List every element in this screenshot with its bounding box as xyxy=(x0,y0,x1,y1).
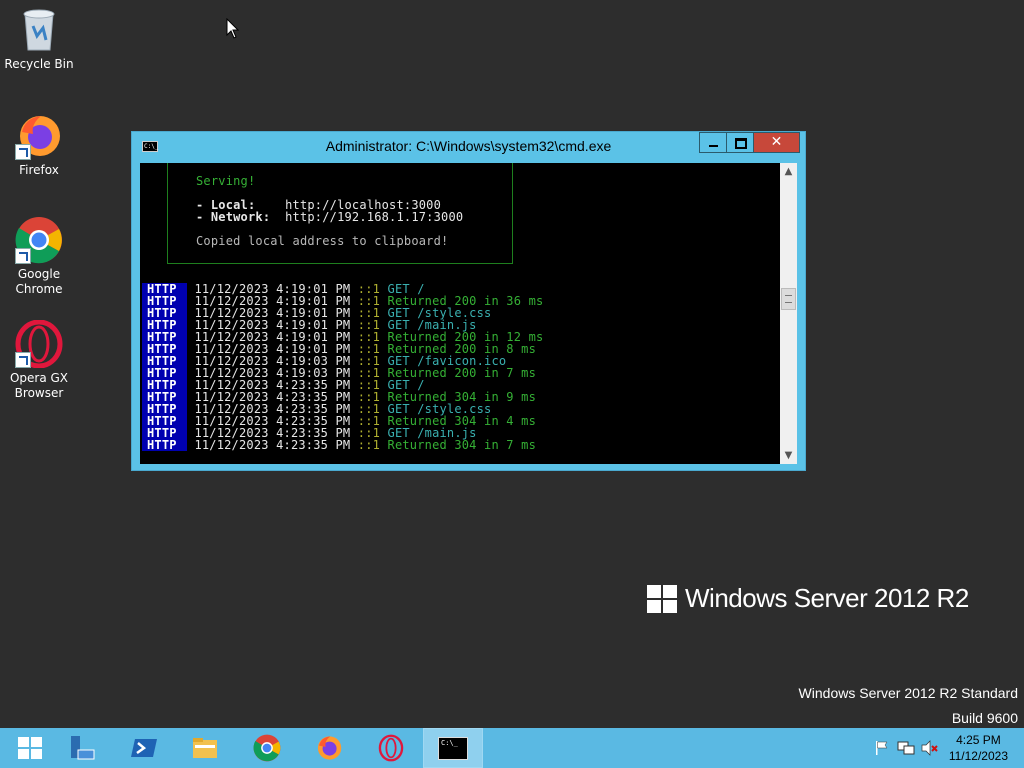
shortcut-arrow-icon xyxy=(15,144,31,160)
file-explorer-icon xyxy=(193,738,217,758)
cmd-icon-text: C:\_ xyxy=(441,739,458,747)
console-output[interactable]: Serving! - Local: http://localhost:3000 … xyxy=(140,163,780,464)
edition-text: Windows Server 2012 R2 Standard xyxy=(798,685,1018,701)
start-icon xyxy=(18,737,42,759)
volume-muted-icon[interactable] xyxy=(921,740,939,756)
scroll-thumb[interactable] xyxy=(781,288,796,310)
server-manager-icon xyxy=(71,736,95,760)
network-url: http://192.168.1.17:3000 xyxy=(285,210,464,224)
minimize-button[interactable] xyxy=(699,132,726,153)
desktop-icon-label: Opera GX Browser xyxy=(9,371,69,400)
taskbar-clock[interactable]: 4:25 PM 11/12/2023 xyxy=(949,732,1008,764)
log-row: HTTP 11/12/2023 4:23:35 PM ::1 Returned … xyxy=(142,439,543,451)
scroll-up-arrow-icon[interactable]: ▲ xyxy=(780,163,797,180)
taskbar-chrome[interactable] xyxy=(237,728,297,768)
taskbar: C:\_ 4:25 PM 11/12/2023 xyxy=(0,728,1024,768)
cmd-icon: C:\_ xyxy=(438,737,468,760)
desktop-icon-label: Firefox xyxy=(19,163,59,177)
cmd-window[interactable]: C:\_ Administrator: C:\Windows\system32\… xyxy=(131,131,806,471)
firefox-icon xyxy=(317,736,342,760)
chrome-icon xyxy=(253,734,281,762)
network-line: - Network: http://192.168.1.17:3000 xyxy=(196,211,463,223)
log-message: Returned 304 in 7 ms xyxy=(387,438,537,452)
http-tag: HTTP xyxy=(142,439,187,451)
taskbar-opera[interactable] xyxy=(361,728,421,768)
mouse-cursor-icon xyxy=(226,18,240,39)
taskbar-file-explorer[interactable] xyxy=(175,728,235,768)
clock-time: 4:25 PM xyxy=(956,733,1001,747)
shortcut-arrow-icon xyxy=(15,248,31,264)
desktop-icon-opera-gx[interactable]: Opera GX Browser xyxy=(0,319,78,401)
copied-text: Copied local address to clipboard! xyxy=(196,234,449,248)
log-timestamp: 11/12/2023 4:23:35 PM xyxy=(194,438,351,452)
taskbar-powershell[interactable] xyxy=(114,728,174,768)
windows-logo-icon xyxy=(647,585,677,613)
shortcut-arrow-icon xyxy=(15,352,31,368)
desktop-icon-chrome[interactable]: Google Chrome xyxy=(0,216,78,297)
window-titlebar[interactable]: C:\_ Administrator: C:\Windows\system32\… xyxy=(132,132,805,163)
powershell-icon xyxy=(131,739,157,757)
chrome-icon xyxy=(15,216,63,264)
log-ip: ::1 xyxy=(357,438,381,452)
opera-icon xyxy=(378,734,404,762)
close-icon: ✕ xyxy=(770,134,783,150)
recycle-bin-icon xyxy=(15,6,63,54)
build-text: Build 9600 xyxy=(951,710,1018,726)
desktop-icon-firefox[interactable]: Firefox xyxy=(0,112,78,178)
network-label: - Network: xyxy=(196,210,271,224)
close-button[interactable]: ✕ xyxy=(753,132,800,153)
console-scrollbar[interactable]: ▲ ▼ xyxy=(780,163,797,464)
scroll-down-arrow-icon[interactable]: ▼ xyxy=(780,447,797,464)
firefox-icon xyxy=(15,112,63,160)
clock-date: 11/12/2023 xyxy=(948,749,1008,763)
product-name: Windows Server 2012 R2 xyxy=(685,583,969,613)
taskbar-cmd[interactable]: C:\_ xyxy=(423,728,483,768)
taskbar-firefox[interactable] xyxy=(299,728,359,768)
taskbar-server-manager[interactable] xyxy=(52,728,112,768)
serving-text: Serving! xyxy=(196,174,256,188)
flag-icon[interactable] xyxy=(874,740,890,756)
maximize-button[interactable] xyxy=(726,132,753,153)
desktop-icon-recycle-bin[interactable]: Recycle Bin xyxy=(0,6,78,72)
opera-gx-icon xyxy=(15,319,63,369)
desktop-icon-label: Recycle Bin xyxy=(4,57,74,71)
desktop-icon-label: Google Chrome xyxy=(15,267,63,296)
start-button[interactable] xyxy=(0,728,60,768)
http-log: HTTP 11/12/2023 4:19:01 PM ::1 GET / HTTP… xyxy=(142,283,543,451)
network-icon[interactable] xyxy=(897,740,915,756)
